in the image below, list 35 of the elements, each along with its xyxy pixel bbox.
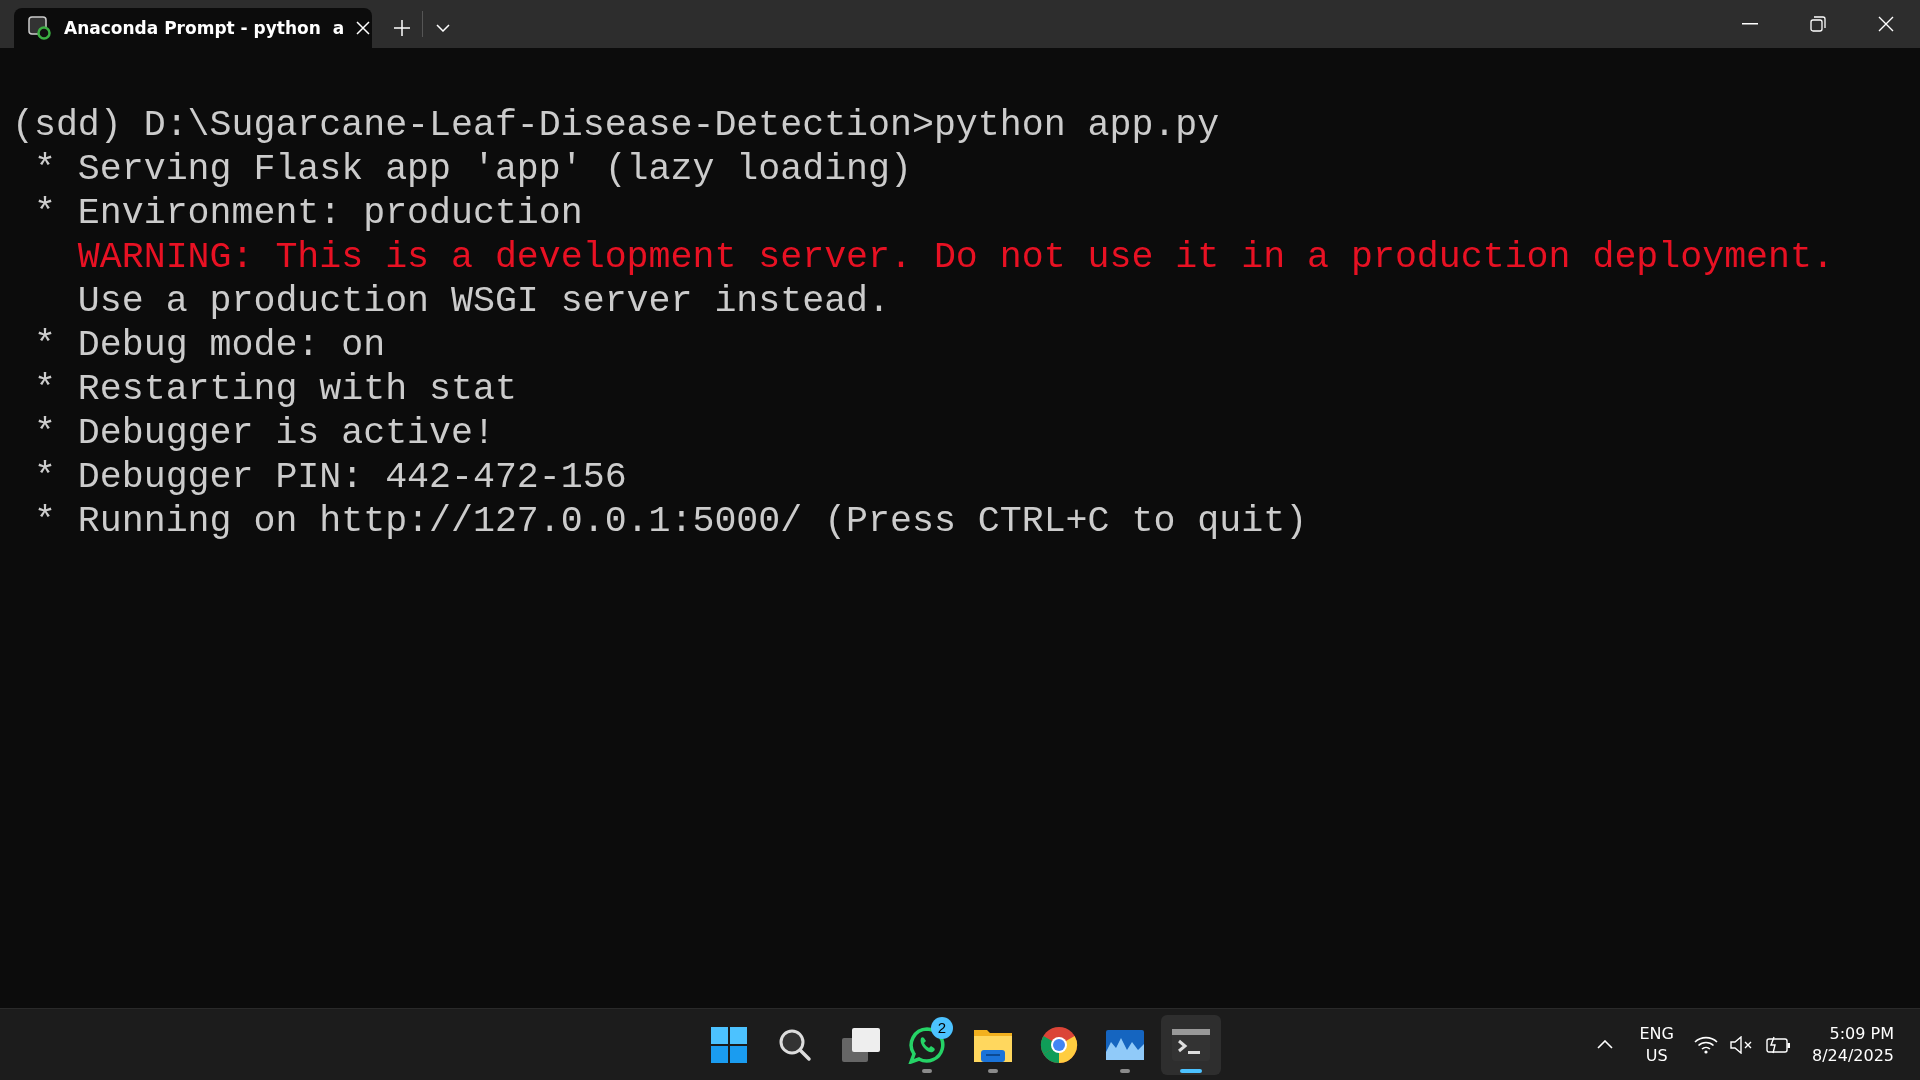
muted-speaker-icon [1729, 1035, 1754, 1054]
taskbar-app-button[interactable] [1161, 1014, 1221, 1075]
search-icon [778, 1027, 812, 1062]
wifi-icon [1693, 1035, 1718, 1054]
terminal-tab[interactable]: Anaconda Prompt - python a [14, 8, 372, 48]
output-line: * Running on http://127.0.0.1:5000/ (Press CTRL+C to quit) [32, 500, 1308, 544]
output-line: * Debugger is active! [32, 412, 495, 456]
waveform-chart-icon [1106, 1029, 1144, 1060]
output-line: * Serving Flask app 'app' (lazy loading) [32, 148, 912, 192]
output-line: Use a production WSGI server instead. [76, 280, 891, 324]
output-line: * Environment: production [32, 192, 583, 236]
prompt-icon [28, 16, 52, 40]
output-line: (sdd) D:\Sugarcane-Leaf-Disease-Detection>python app.py [12, 104, 1220, 148]
close-icon [356, 21, 371, 35]
close-icon [1878, 16, 1894, 32]
minimize-icon [1742, 23, 1758, 25]
clock-button[interactable]: 5:09 PM 8/24/2025 [1805, 1018, 1900, 1071]
restore-icon [1810, 16, 1826, 32]
warning-line: WARNING: This is a development server. Do not use it in a production deployment. [76, 236, 1834, 280]
tab-title: Anaconda Prompt - python a [64, 18, 345, 38]
windows-logo-icon [711, 1026, 747, 1063]
notification-badge: 2 [931, 1016, 953, 1039]
plus-icon [394, 20, 410, 36]
browser-icon [1040, 1025, 1078, 1064]
language-button[interactable]: ENG US [1633, 1018, 1680, 1071]
taskbar-app-button[interactable]: 2 [897, 1014, 957, 1075]
charging-battery-icon [1765, 1035, 1792, 1054]
chat-phone-icon [908, 1025, 946, 1064]
folder-icon [974, 1027, 1012, 1062]
chevron-down-icon [436, 24, 450, 32]
output-line: * Debugger PIN: 442-472-156 [32, 456, 627, 500]
output-line: * Restarting with stat [32, 368, 517, 412]
chevron-up-icon [1597, 1040, 1614, 1049]
output-line: * Debug mode: on [32, 324, 386, 368]
stacked-windows-icon [842, 1027, 880, 1062]
